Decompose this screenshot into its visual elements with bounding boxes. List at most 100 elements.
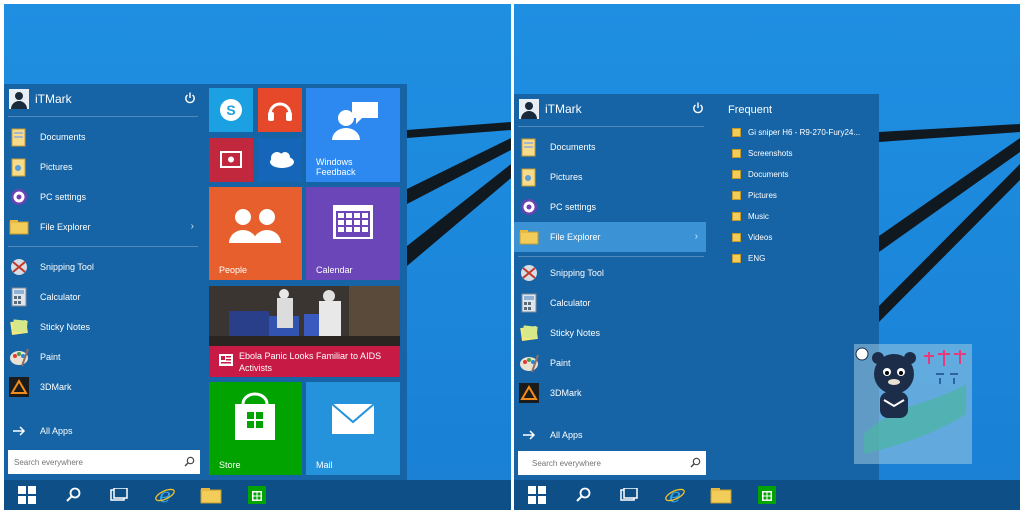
snipping-tool-icon: [8, 256, 30, 278]
search-input[interactable]: [532, 458, 692, 468]
menu-item-snipping-tool[interactable]: Snipping Tool: [4, 252, 202, 282]
menu-item-label: Pictures: [40, 162, 73, 172]
frequent-item[interactable]: ENG: [732, 248, 765, 268]
store-taskbar-button[interactable]: [744, 480, 790, 510]
frequent-item[interactable]: Pictures: [732, 185, 777, 205]
menu-item-sticky-notes[interactable]: Sticky Notes: [514, 318, 712, 348]
user-account[interactable]: iTMark: [4, 84, 202, 114]
menu-item-pc-settings[interactable]: PC settings: [514, 192, 712, 222]
music-icon: [732, 211, 741, 221]
search-input[interactable]: [14, 457, 174, 467]
documents-icon: [732, 169, 741, 179]
power-icon[interactable]: [184, 92, 196, 104]
task-view-button[interactable]: [606, 480, 652, 510]
all-apps-label: All Apps: [40, 426, 73, 436]
menu-item-calculator[interactable]: Calculator: [4, 282, 202, 312]
store-taskbar-button[interactable]: [234, 480, 280, 510]
menu-item-calculator[interactable]: Calculator: [514, 288, 712, 318]
avatar: [9, 89, 29, 109]
power-icon[interactable]: [692, 102, 704, 114]
menu-item-pictures[interactable]: Pictures: [4, 152, 202, 182]
tile-calendar[interactable]: Calendar: [306, 187, 400, 280]
start-button[interactable]: [514, 480, 560, 510]
internet-explorer-icon: e: [665, 484, 685, 506]
menu-item-3dmark[interactable]: 3DMark: [4, 372, 202, 402]
chevron-right-icon[interactable]: ›: [191, 221, 194, 232]
tile-video[interactable]: [209, 138, 253, 182]
folder-icon: [200, 488, 222, 504]
taskbar: e: [514, 480, 1020, 510]
file-explorer-button[interactable]: [188, 480, 234, 510]
all-apps-label: All Apps: [550, 430, 583, 440]
start-menu: iTMark Documents Pictures PC settings Fi…: [514, 94, 879, 480]
search-icon[interactable]: [690, 457, 701, 468]
gear-icon: [518, 196, 540, 218]
menu-item-label: Sticky Notes: [40, 322, 91, 332]
tile-store[interactable]: Store: [209, 382, 302, 475]
frequent-item-label: Music: [748, 211, 769, 221]
frequent-item[interactable]: Videos: [732, 227, 772, 247]
frequent-item[interactable]: Screenshots: [732, 143, 792, 163]
frequent-item[interactable]: Gi sniper H6 - R9-270-Fury24...: [732, 122, 860, 142]
menu-item-documents[interactable]: Documents: [4, 122, 202, 152]
start-button[interactable]: [4, 480, 50, 510]
frequent-item[interactable]: Music: [732, 206, 769, 226]
taskbar-search-button[interactable]: [50, 480, 96, 510]
search-box[interactable]: [518, 451, 706, 475]
menu-item-label: PC settings: [40, 192, 87, 202]
frequent-item-label: Videos: [748, 232, 773, 242]
menu-item-label: Documents: [40, 132, 86, 142]
arrow-right-icon: [518, 424, 540, 446]
tile-label: People: [219, 265, 248, 275]
file-explorer-button[interactable]: [698, 480, 744, 510]
menu-item-file-explorer[interactable]: File Explorer ›: [4, 212, 202, 242]
paint-icon: [8, 346, 30, 368]
menu-item-label: Sticky Notes: [550, 328, 601, 338]
menu-item-label: File Explorer: [550, 232, 601, 242]
start-menu-left-column: iTMark Documents Pictures PC settings Fi…: [514, 94, 712, 480]
divider: [518, 126, 704, 127]
menu-item-pictures[interactable]: Pictures: [514, 162, 712, 192]
menu-item-sticky-notes[interactable]: Sticky Notes: [4, 312, 202, 342]
feedback-icon: [332, 102, 378, 140]
all-apps-button[interactable]: All Apps: [514, 420, 712, 450]
headphones-icon: [268, 102, 292, 121]
folder-icon: [8, 216, 30, 238]
internet-explorer-icon: e: [155, 484, 175, 506]
menu-item-documents[interactable]: Documents: [514, 132, 712, 162]
tile-skype[interactable]: S: [209, 88, 253, 132]
tile-news[interactable]: Ebola Panic Looks Familiar to AIDS Activ…: [209, 286, 400, 377]
skype-icon: S: [220, 99, 242, 121]
task-view-button[interactable]: [96, 480, 142, 510]
user-account[interactable]: iTMark: [514, 94, 710, 124]
frequent-item[interactable]: Documents: [732, 164, 788, 184]
divider: [8, 116, 198, 117]
menu-item-label: Pictures: [550, 172, 583, 182]
menu-item-label: Calculator: [550, 298, 591, 308]
tile-onedrive[interactable]: [258, 138, 302, 182]
menu-item-pc-settings[interactable]: PC settings: [4, 182, 202, 212]
tile-windows-feedback[interactable]: Windows Feedback: [306, 88, 400, 182]
documents-icon: [8, 126, 30, 148]
search-icon[interactable]: [184, 456, 195, 467]
frequent-heading: Frequent: [728, 104, 773, 116]
internet-explorer-button[interactable]: e: [142, 480, 188, 510]
sticky-notes-icon: [8, 316, 30, 338]
videos-icon: [732, 232, 741, 242]
menu-item-snipping-tool[interactable]: Snipping Tool: [514, 258, 712, 288]
watermark-logo: [854, 344, 972, 464]
menu-item-file-explorer[interactable]: File Explorer ›: [514, 222, 706, 252]
tile-people[interactable]: People: [209, 187, 302, 280]
chevron-right-icon[interactable]: ›: [695, 231, 698, 242]
all-apps-button[interactable]: All Apps: [4, 416, 202, 446]
menu-item-paint[interactable]: Paint: [4, 342, 202, 372]
search-box[interactable]: [8, 450, 200, 474]
internet-explorer-button[interactable]: e: [652, 480, 698, 510]
tile-music[interactable]: [258, 88, 302, 132]
menu-item-3dmark[interactable]: 3DMark: [514, 378, 712, 408]
taskbar-search-button[interactable]: [560, 480, 606, 510]
folder-icon: [732, 253, 741, 263]
tile-mail[interactable]: Mail: [306, 382, 400, 475]
menu-item-label: Documents: [550, 142, 596, 152]
menu-item-paint[interactable]: Paint: [514, 348, 712, 378]
